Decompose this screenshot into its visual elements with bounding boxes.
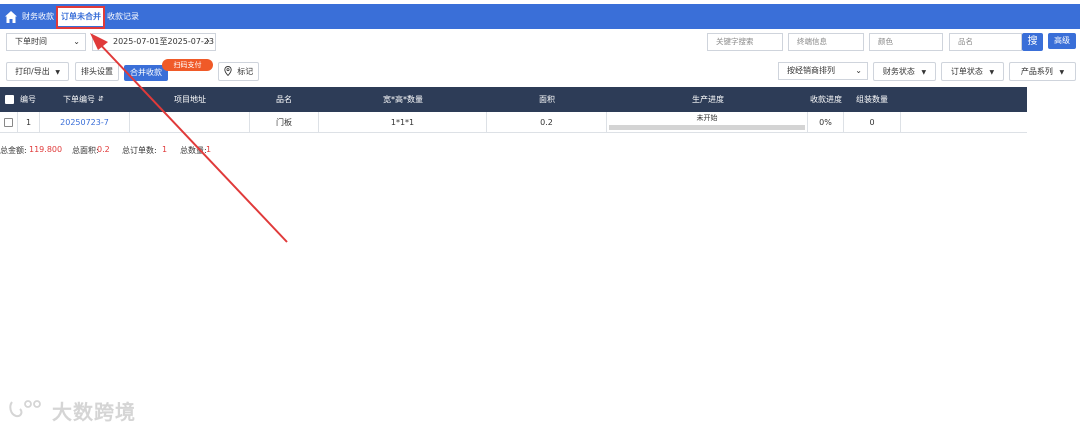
header-assembly-qty: 组装数量 bbox=[856, 95, 888, 104]
watermark-text: 大数跨境 bbox=[52, 400, 136, 424]
top-nav-bar: 财务收款 订单未合并 收款记录 bbox=[0, 4, 1080, 29]
summary-orders-label: 总订单数: bbox=[122, 146, 157, 155]
caret-down-icon: ▼ bbox=[1059, 69, 1065, 76]
header-address: 项目地址 bbox=[174, 95, 206, 104]
cell-address bbox=[130, 112, 250, 133]
product-series-dropdown[interactable]: 产品系列 ▼ bbox=[1009, 62, 1076, 81]
location-pin-icon bbox=[224, 66, 232, 77]
table-header: 编号 下单编号 ⇵ 项目地址 品名 宽*高*数量 面积 生产进度 收款进度 组装… bbox=[0, 87, 1027, 112]
header-progress: 生产进度 bbox=[692, 95, 724, 104]
print-export-button[interactable]: 打印/导出 ▼ bbox=[6, 62, 69, 81]
summary-orders-value: 1 bbox=[162, 145, 168, 154]
print-export-label: 打印/导出 bbox=[15, 67, 50, 76]
order-status-label: 订单状态 bbox=[950, 67, 983, 76]
filter-row: 下单时间 ⌄ 2025-07-01至2025-07-23 › 关键字搜索 终端信… bbox=[0, 33, 1080, 53]
header-order-no[interactable]: 下单编号 bbox=[63, 87, 95, 112]
tab-receipt-records[interactable]: 收款记录 bbox=[107, 10, 139, 24]
merge-receipt-button[interactable]: 合并收款 bbox=[124, 65, 168, 81]
cell-progress: 未开始 bbox=[607, 112, 808, 133]
mark-button[interactable]: 标记 bbox=[218, 62, 259, 81]
header-payment-progress: 收款进度 bbox=[810, 95, 842, 104]
finance-status-dropdown[interactable]: 财务状态 ▼ bbox=[873, 62, 936, 81]
dealer-placeholder: 终端信息 bbox=[797, 37, 827, 46]
keyword-search-input[interactable]: 关键字搜索 bbox=[707, 33, 783, 51]
header-size-qty: 宽*高*数量 bbox=[383, 95, 423, 104]
tab-finance-receipt[interactable]: 财务收款 bbox=[22, 10, 54, 24]
summary-amount-value: 119.800 bbox=[29, 145, 63, 154]
mark-label: 标记 bbox=[237, 67, 254, 76]
table-row[interactable]: 1 20250723-7 门板 1*1*1 0.2 未开始 0% 0 bbox=[0, 112, 1027, 133]
search-button[interactable]: 搜 bbox=[1022, 33, 1043, 51]
row-checkbox-cell bbox=[0, 112, 18, 133]
caret-down-icon: ▼ bbox=[921, 69, 927, 76]
toolbar-row: 打印/导出 ▼ 排头设置 合并收款 扫码支付 标记 按经销商排列 ⌄ 财务状态 … bbox=[0, 59, 1080, 82]
cell-assembly-qty: 0 bbox=[844, 112, 901, 133]
time-type-value: 下单时间 bbox=[15, 37, 47, 46]
time-type-select[interactable]: 下单时间 ⌄ bbox=[6, 33, 86, 51]
finance-status-label: 财务状态 bbox=[882, 67, 915, 76]
advanced-button[interactable]: 高级 bbox=[1048, 33, 1076, 49]
progress-label: 未开始 bbox=[696, 114, 718, 122]
select-all-checkbox[interactable] bbox=[5, 95, 14, 104]
caret-down-icon: ▼ bbox=[989, 69, 995, 76]
color-input[interactable]: 颜色 bbox=[869, 33, 943, 51]
cell-index: 1 bbox=[18, 112, 40, 133]
product-name-input[interactable]: 品名 bbox=[949, 33, 1022, 51]
header-area: 面积 bbox=[539, 95, 555, 104]
column-settings-button[interactable]: 排头设置 bbox=[75, 62, 119, 81]
summary-area-value: 0.2 bbox=[97, 145, 110, 154]
summary-qty-label: 总数量: bbox=[180, 146, 207, 155]
watermark-logo-icon bbox=[9, 400, 41, 418]
cell-order-no-link[interactable]: 20250723-7 bbox=[40, 112, 130, 133]
chevron-right-icon[interactable]: › bbox=[206, 34, 210, 50]
header-product: 品名 bbox=[276, 95, 292, 104]
order-status-dropdown[interactable]: 订单状态 ▼ bbox=[941, 62, 1004, 81]
caret-down-icon: ▼ bbox=[55, 69, 60, 76]
date-range-picker[interactable]: 2025-07-01至2025-07-23 › bbox=[92, 33, 216, 51]
product-placeholder: 品名 bbox=[958, 37, 973, 46]
cell-payment-progress: 0% bbox=[808, 112, 844, 133]
sort-select[interactable]: 按经销商排列 ⌄ bbox=[778, 62, 868, 80]
header-index: 编号 bbox=[20, 95, 36, 104]
summary-amount-label: 总金额: bbox=[0, 146, 27, 155]
summary-qty-value: 1 bbox=[206, 145, 212, 154]
product-series-label: 产品系列 bbox=[1020, 67, 1053, 76]
cell-area: 0.2 bbox=[487, 112, 607, 133]
progress-bar bbox=[609, 125, 805, 130]
color-placeholder: 颜色 bbox=[878, 37, 893, 46]
home-icon[interactable] bbox=[4, 10, 18, 24]
date-range-value: 2025-07-01至2025-07-23 bbox=[113, 37, 214, 46]
highlight-box bbox=[56, 6, 105, 29]
sort-icon[interactable]: ⇵ bbox=[98, 87, 104, 112]
cell-size-qty: 1*1*1 bbox=[319, 112, 487, 133]
chevron-down-icon: ⌄ bbox=[855, 66, 862, 75]
row-checkbox[interactable] bbox=[4, 118, 13, 127]
scan-pay-badge[interactable]: 扫码支付 bbox=[162, 59, 213, 71]
summary-area-label: 总面积: bbox=[72, 146, 99, 155]
sort-value: 按经销商排列 bbox=[787, 66, 835, 75]
chevron-down-icon: ⌄ bbox=[73, 37, 80, 46]
cell-product: 门板 bbox=[250, 112, 319, 133]
dealer-input[interactable]: 终端信息 bbox=[788, 33, 864, 51]
keyword-placeholder: 关键字搜索 bbox=[716, 37, 754, 46]
